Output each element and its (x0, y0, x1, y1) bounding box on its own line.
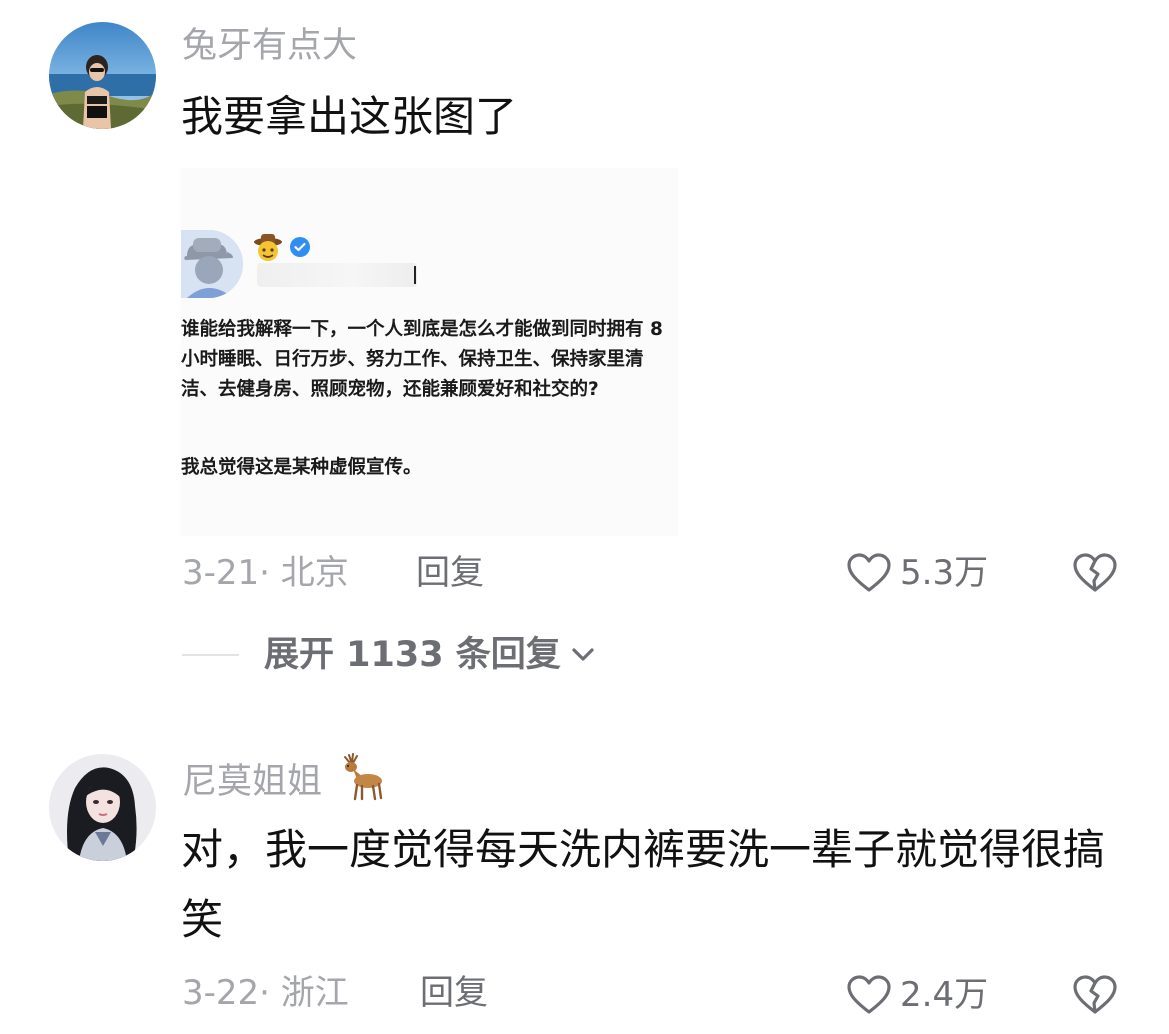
embedded-paragraph: 我总觉得这是某种虚假宣传。 (181, 457, 422, 478)
username[interactable]: 兔牙有点大 (182, 22, 357, 70)
comment-image[interactable]: 谁能给我解释一下，一个人到底是怎么才能做到同时拥有 8 小时睡眠、日行万步、努力… (181, 168, 678, 536)
comment-date-location: 3-22· 浙江 (182, 973, 349, 1013)
embedded-avatar (181, 230, 243, 298)
like-count: 5.3万 (900, 553, 989, 593)
dislike-button[interactable] (1072, 550, 1118, 596)
verified-badge-icon (290, 237, 310, 257)
comment-date-location: 3-21· 北京 (182, 553, 349, 593)
avatar[interactable] (49, 22, 156, 129)
expand-divider (182, 654, 239, 656)
chevron-down-icon (572, 648, 594, 661)
like-button[interactable]: 5.3万 (846, 550, 988, 596)
blurred-name (257, 263, 417, 287)
embedded-paragraph: 谁能给我解释一下，一个人到底是怎么才能做到同时拥有 8 小时睡眠、日行万步、努力… (181, 319, 663, 400)
dislike-button[interactable] (1072, 972, 1118, 1018)
comment-text: 我要拿出这张图了 (181, 92, 518, 141)
comment-list: 兔牙有点大 我要拿出这张图了 谁能给我解释一下，一个人到底是怎么才能做到同时拥有… (0, 0, 1169, 1034)
username[interactable]: 尼莫姐姐 (182, 753, 385, 806)
username-text: 尼莫姐姐 (182, 762, 323, 802)
heart-icon (847, 553, 891, 592)
deer-emoji-icon (344, 753, 383, 801)
comment-text: 对，我一度觉得每天洗内裤要洗一辈子就觉得很搞笑 (181, 825, 1106, 944)
broken-heart-icon (1073, 975, 1117, 1014)
expand-replies-button[interactable]: 展开 1133 条回复 (264, 632, 595, 678)
heart-icon (847, 975, 891, 1014)
cowboy-emoji-icon (254, 234, 282, 261)
expand-replies-label: 展开 1133 条回复 (264, 635, 561, 675)
broken-heart-icon (1073, 553, 1117, 592)
blurred-name-edge (414, 266, 416, 284)
embedded-badges (253, 232, 311, 262)
reply-button[interactable]: 回复 (420, 970, 488, 1016)
like-button[interactable]: 2.4万 (846, 972, 988, 1018)
like-count: 2.4万 (900, 975, 989, 1015)
avatar[interactable] (49, 754, 156, 861)
reply-button[interactable]: 回复 (416, 550, 484, 596)
